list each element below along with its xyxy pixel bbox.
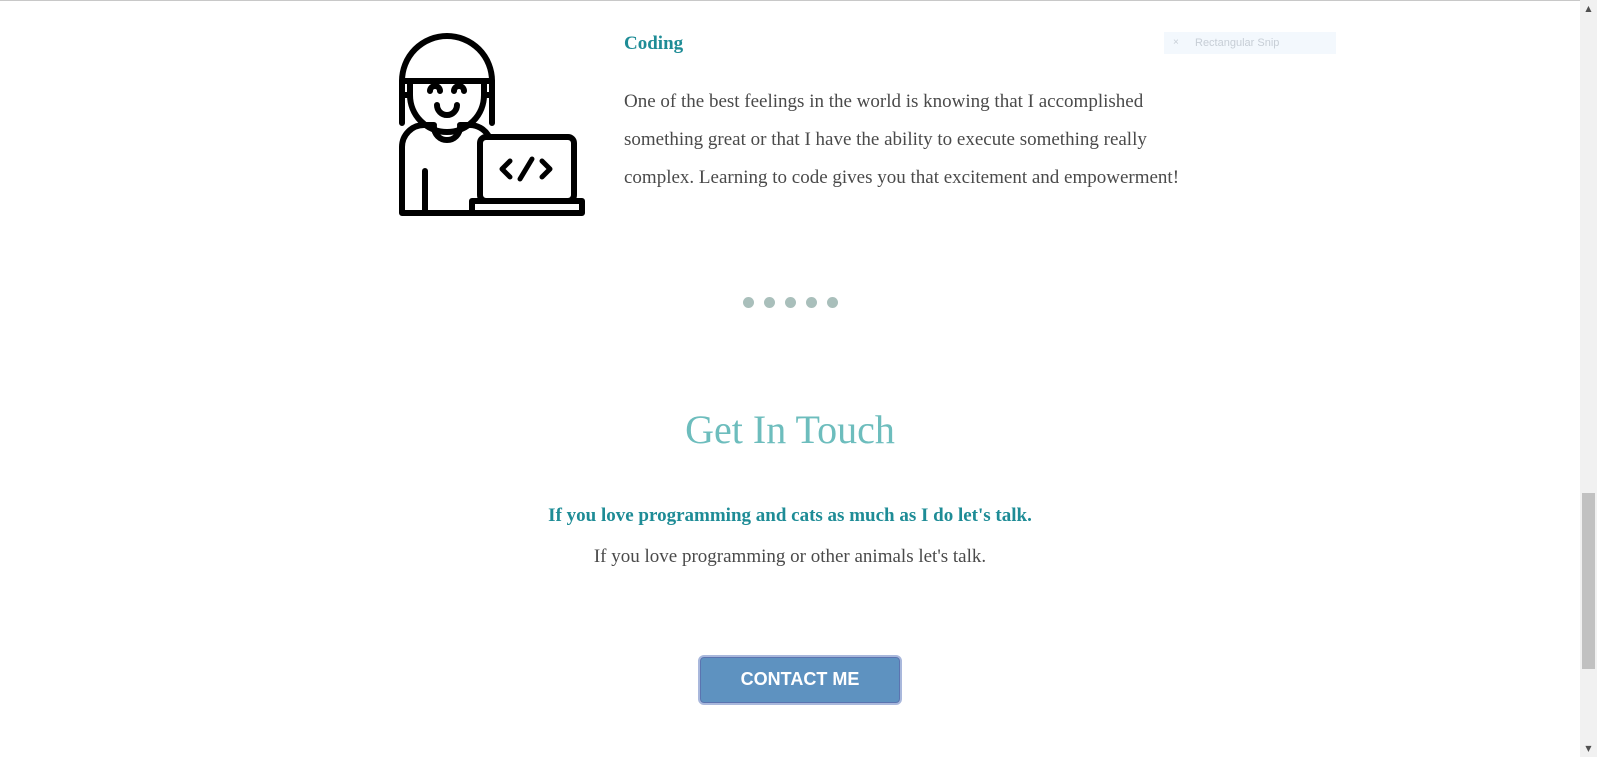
coder-with-laptop-icon [396, 31, 586, 217]
snip-label: Rectangular Snip [1195, 37, 1280, 49]
card-description: One of the best feelings in the world is… [624, 91, 1180, 188]
close-icon[interactable]: × [1173, 32, 1179, 54]
carousel-dot[interactable] [785, 297, 796, 308]
scroll-down-arrow-icon[interactable]: ▼ [1580, 740, 1597, 757]
carousel-dot[interactable] [764, 297, 775, 308]
contact-subtitle: If you love programming and cats as much… [548, 505, 1032, 526]
page-content: Coding One of the best feelings in the w… [0, 0, 1580, 757]
rectangular-snip-overlay[interactable]: × Rectangular Snip [1164, 32, 1336, 54]
contact-me-button[interactable]: CONTACT ME [698, 655, 902, 705]
vertical-scrollbar[interactable]: ▲ ▼ [1580, 0, 1597, 757]
card-title: Coding [624, 33, 684, 54]
carousel-dot[interactable] [743, 297, 754, 308]
scrollbar-thumb[interactable] [1582, 493, 1595, 669]
scroll-up-arrow-icon[interactable]: ▲ [1580, 0, 1597, 17]
carousel-dots [743, 297, 838, 308]
section-title: Get In Touch [685, 407, 895, 452]
carousel-dot[interactable] [806, 297, 817, 308]
contact-text: If you love programming or other animals… [593, 546, 987, 567]
carousel-dot[interactable] [827, 297, 838, 308]
